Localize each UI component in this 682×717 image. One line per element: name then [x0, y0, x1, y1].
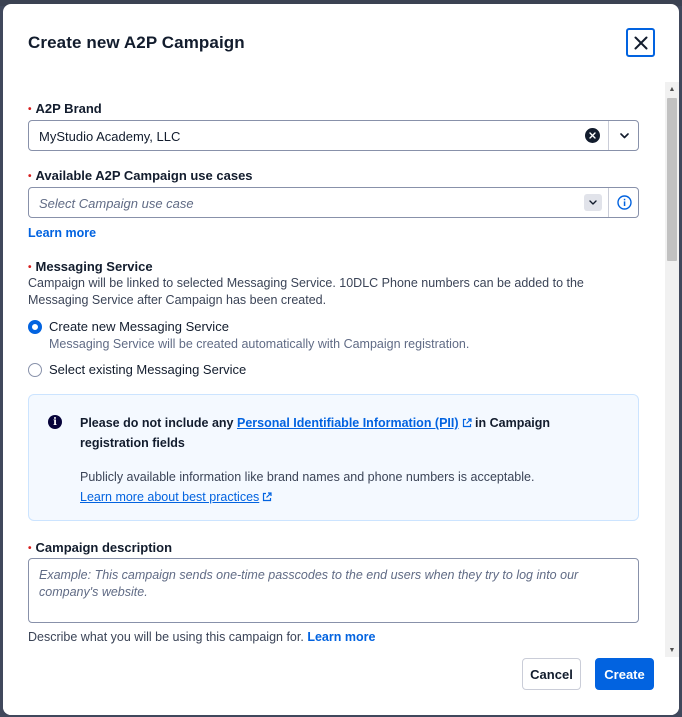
scroll-down-arrow-icon[interactable]: ▼: [665, 643, 679, 657]
use-case-learn-more-link[interactable]: Learn more: [28, 226, 96, 240]
create-campaign-modal: Create new A2P Campaign • A2P Brand MyStu…: [3, 4, 679, 715]
radio-button-checked[interactable]: [28, 320, 42, 334]
use-case-dropdown-toggle[interactable]: [584, 194, 602, 211]
use-case-placeholder: Select Campaign use case: [39, 196, 194, 211]
required-marker: •: [28, 171, 32, 182]
chevron-down-icon: [619, 132, 629, 138]
required-marker: •: [28, 543, 32, 554]
radio-select-existing-service[interactable]: Select existing Messaging Service: [28, 362, 246, 377]
brand-select[interactable]: MyStudio Academy, LLC: [28, 120, 639, 151]
modal-footer: Cancel Create: [3, 657, 679, 715]
description-label: • Campaign description: [28, 540, 173, 555]
radio-description: Messaging Service will be created automa…: [49, 337, 470, 351]
description-placeholder: Example: This campaign sends one-time pa…: [39, 568, 579, 599]
scroll-up-arrow-icon[interactable]: ▲: [665, 82, 679, 96]
close-button[interactable]: [626, 28, 655, 57]
modal-title: Create new A2P Campaign: [28, 33, 245, 52]
best-practices-link[interactable]: Learn more about best practices: [80, 490, 259, 504]
cancel-button[interactable]: Cancel: [522, 658, 581, 690]
clear-selection-button[interactable]: [585, 128, 600, 143]
callout-body: Publicly available information like bran…: [80, 467, 534, 507]
close-icon: [634, 36, 647, 49]
pii-callout: i Please do not include any Personal Ide…: [28, 394, 639, 521]
radio-create-new-service[interactable]: Create new Messaging Service Messaging S…: [28, 319, 469, 351]
messaging-service-label: • Messaging Service: [28, 259, 153, 274]
clear-icon: [589, 132, 596, 139]
radio-label: Create new Messaging Service: [49, 319, 229, 334]
brand-select-value: MyStudio Academy, LLC: [39, 129, 181, 144]
external-link-icon: [462, 418, 472, 428]
description-learn-more-link[interactable]: Learn more: [307, 630, 375, 644]
messaging-service-help: Campaign will be linked to selected Mess…: [28, 276, 584, 307]
required-marker: •: [28, 104, 32, 115]
scroll-thumb[interactable]: [667, 98, 677, 261]
scrollbar[interactable]: ▲ ▼: [665, 82, 679, 657]
radio-button[interactable]: [28, 363, 42, 377]
info-filled-icon: i: [48, 415, 62, 429]
external-link-icon: [263, 492, 272, 502]
callout-body-text: Publicly available information like bran…: [80, 470, 535, 484]
modal-body: • A2P Brand MyStudio Academy, LLC • Availa…: [3, 82, 665, 657]
description-help: Describe what you will be using this cam…: [28, 630, 376, 644]
use-case-info-button[interactable]: [609, 188, 639, 217]
create-button[interactable]: Create: [595, 658, 654, 690]
description-textarea[interactable]: Example: This campaign sends one-time pa…: [28, 558, 639, 623]
use-case-select[interactable]: Select Campaign use case: [28, 187, 639, 218]
radio-label: Select existing Messaging Service: [49, 362, 247, 377]
brand-label: • A2P Brand: [28, 101, 102, 116]
brand-dropdown-toggle[interactable]: [609, 121, 639, 150]
chevron-down-icon: [589, 200, 597, 205]
use-case-label: • Available A2P Campaign use cases: [28, 168, 253, 183]
pii-link[interactable]: Personal Identifiable Information (PII): [237, 416, 459, 430]
required-marker: •: [28, 262, 32, 273]
callout-title: Please do not include any Personal Ident…: [80, 416, 551, 450]
info-icon: [616, 195, 632, 210]
modal-header: Create new A2P Campaign: [3, 4, 679, 82]
